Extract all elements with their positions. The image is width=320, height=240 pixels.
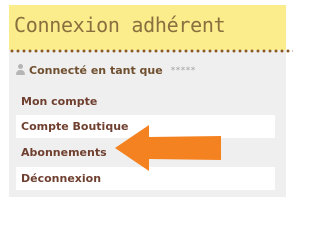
masked-username: ***** (170, 66, 196, 76)
dotted-divider (9, 49, 293, 53)
login-status-label: Connecté en tant que (29, 64, 163, 77)
user-icon (15, 64, 26, 75)
menu-item-mon-compte[interactable]: Mon compte (16, 90, 275, 113)
pointer-arrow-icon (115, 125, 221, 171)
login-status: Connecté en tant que ***** (15, 64, 196, 80)
widget-title: Connexion adhérent (14, 13, 226, 37)
widget-header: Connexion adhérent (9, 5, 286, 50)
